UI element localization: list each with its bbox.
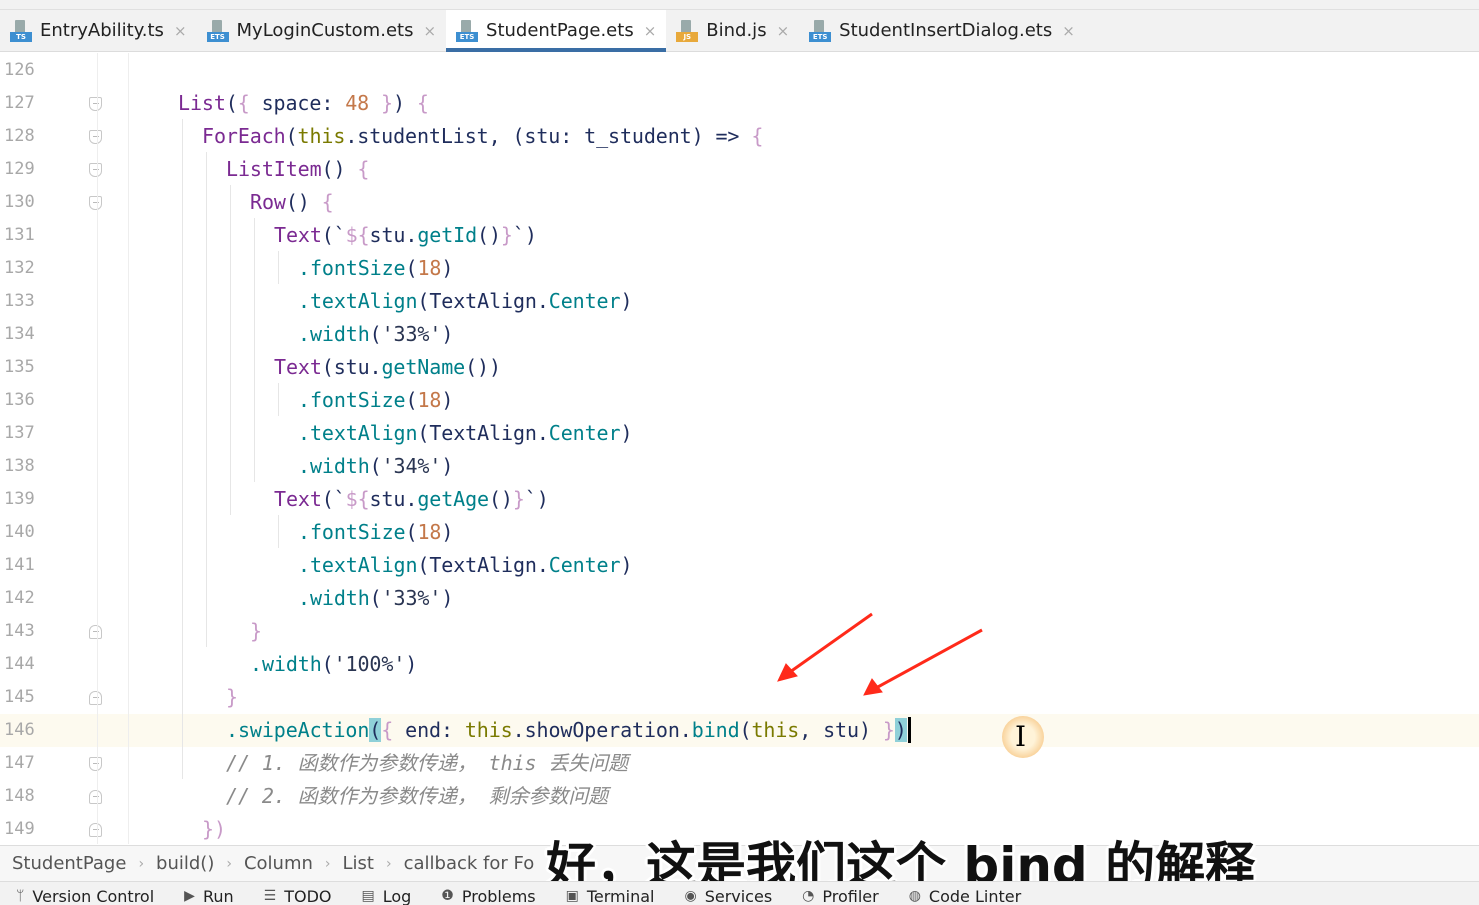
todo-icon: ☰ bbox=[263, 888, 277, 904]
tool-label: Terminal bbox=[586, 886, 655, 905]
breadcrumb-item[interactable]: build() bbox=[156, 853, 214, 874]
services-icon: ◉ bbox=[684, 888, 697, 904]
tool-problems[interactable]: ❶ Problems bbox=[441, 882, 536, 905]
tool-profiler[interactable]: ◔ Profiler bbox=[802, 882, 879, 905]
tool-todo[interactable]: ☰ TODO bbox=[263, 882, 332, 905]
tool-label: Profiler bbox=[822, 886, 879, 905]
branch-icon: ᛘ bbox=[16, 888, 25, 904]
tool-label: TODO bbox=[284, 886, 332, 905]
red-arrow bbox=[863, 628, 983, 696]
breadcrumb-item[interactable]: StudentPage bbox=[12, 853, 126, 874]
chevron-right-icon: › bbox=[138, 855, 145, 872]
run-icon: ▶ bbox=[184, 888, 195, 904]
tool-label: Version Control bbox=[32, 886, 155, 905]
code-linter-icon: ◍ bbox=[908, 888, 921, 904]
terminal-icon: ▣ bbox=[565, 888, 579, 904]
tool-run[interactable]: ▶ Run bbox=[184, 882, 234, 905]
tool-services[interactable]: ◉ Services bbox=[684, 882, 773, 905]
chevron-right-icon: › bbox=[226, 855, 232, 872]
tool-label: Services bbox=[704, 886, 773, 905]
profiler-icon: ◔ bbox=[802, 888, 815, 904]
tool-version-control[interactable]: ᛘ Version Control bbox=[16, 882, 155, 905]
tool-code-linter[interactable]: ◍ Code Linter bbox=[908, 882, 1022, 905]
tool-label: Problems bbox=[461, 886, 536, 905]
breadcrumb-item[interactable]: Column bbox=[244, 853, 313, 874]
red-arrow bbox=[777, 612, 873, 682]
breadcrumb-item[interactable]: callback for Fo bbox=[404, 853, 535, 874]
tool-label: Run bbox=[202, 886, 234, 905]
tool-label: Code Linter bbox=[928, 886, 1022, 905]
tool-label: Log bbox=[382, 886, 412, 905]
annotation-arrows bbox=[777, 612, 983, 696]
breadcrumb-item[interactable]: List bbox=[343, 853, 374, 874]
bottom-tool-window-bar: ᛘ Version Control ▶ Run ☰ TODO ▤ Log ❶ Problems ▣ T… bbox=[0, 881, 1479, 905]
problems-icon: ❶ bbox=[441, 888, 454, 904]
tool-log[interactable]: ▤ Log bbox=[361, 882, 412, 905]
chevron-right-icon: › bbox=[385, 855, 392, 872]
log-icon: ▤ bbox=[361, 888, 375, 904]
chevron-right-icon: › bbox=[324, 855, 331, 872]
tool-terminal[interactable]: ▣ Terminal bbox=[565, 882, 655, 905]
